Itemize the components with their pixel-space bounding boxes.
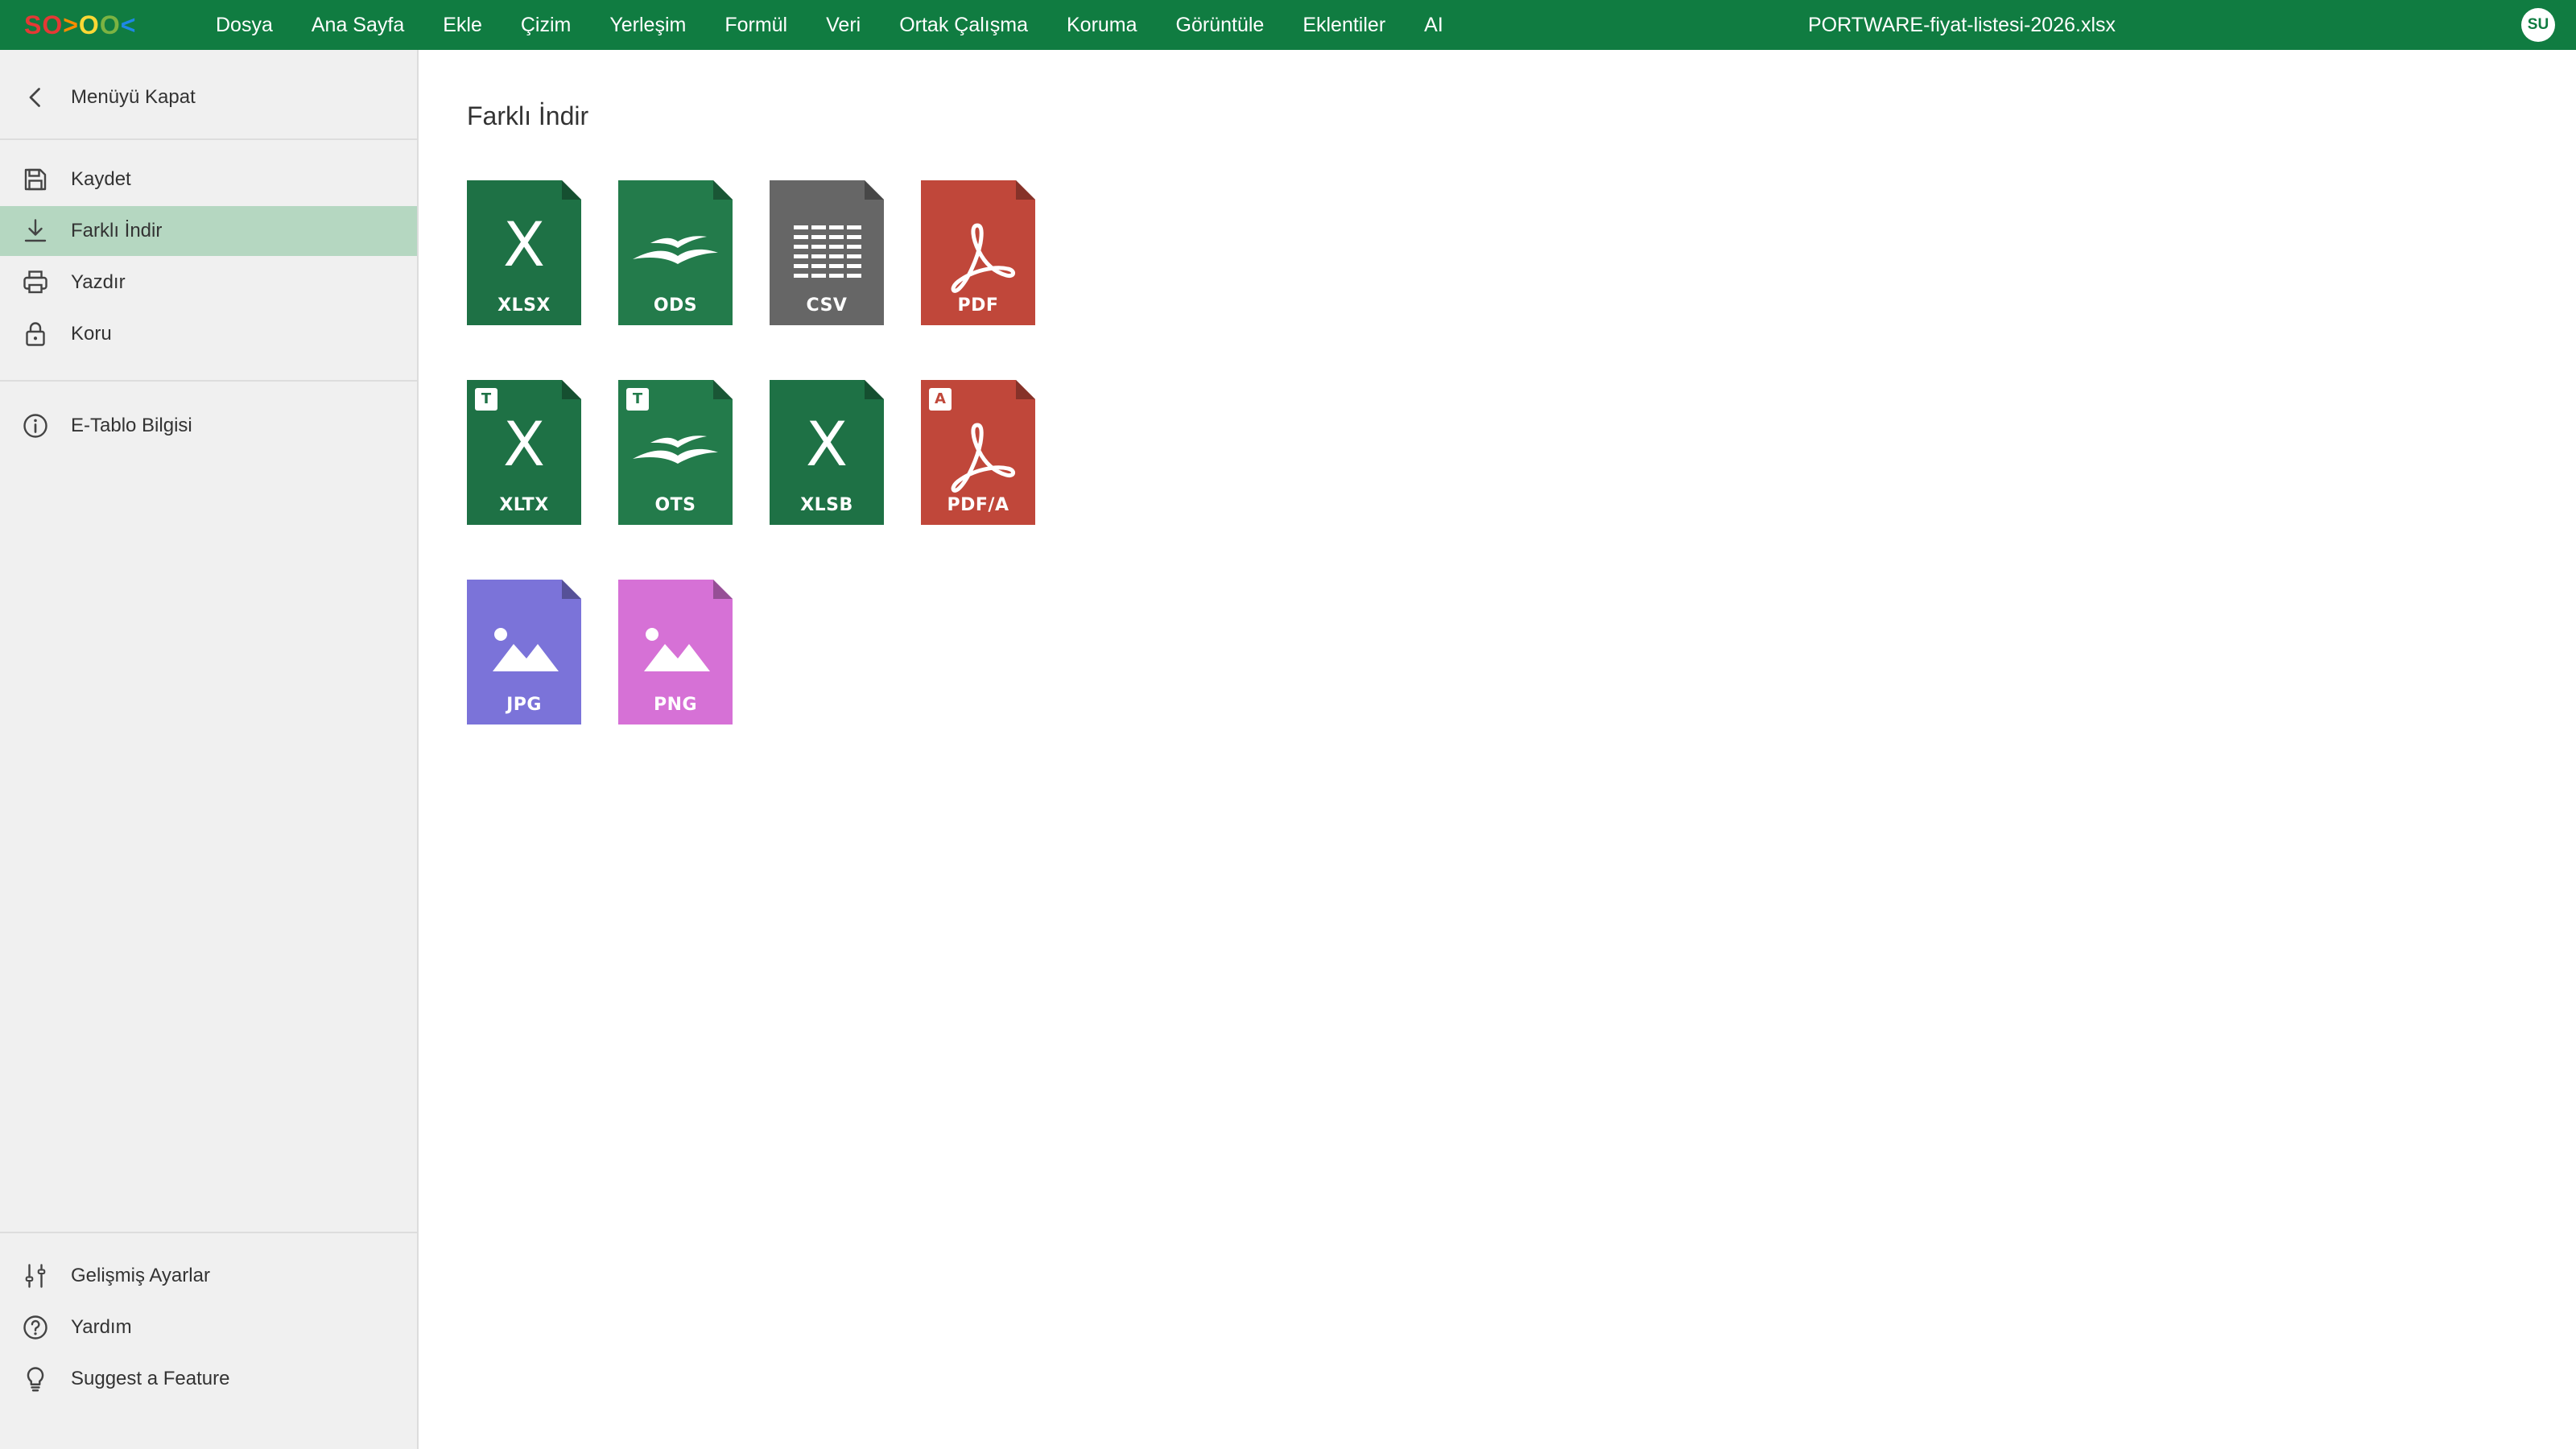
download-format-jpg-button[interactable]: JPG: [467, 580, 581, 724]
download-format-png-button[interactable]: PNG: [618, 580, 733, 724]
menu-ortak-calisma[interactable]: Ortak Çalışma: [880, 0, 1047, 50]
menu-ekle[interactable]: Ekle: [423, 0, 502, 50]
app-logo[interactable]: S O > O O <: [24, 8, 136, 42]
info-icon: [21, 411, 50, 440]
sidebar-item-label: Farklı İndir: [71, 220, 163, 242]
svg-text:X: X: [503, 208, 545, 280]
sidebar-item-label: E-Tablo Bilgisi: [71, 415, 192, 436]
format-label: XLSB: [800, 495, 853, 515]
document-title: PORTWARE-fiyat-listesi-2026.xlsx: [1808, 14, 2116, 36]
top-bar: S O > O O < Dosya Ana Sayfa Ekle Çizim Y…: [0, 0, 2576, 50]
menu-cizim[interactable]: Çizim: [502, 0, 591, 50]
help-icon: [21, 1313, 50, 1342]
menu-eklentiler[interactable]: Eklentiler: [1283, 0, 1405, 50]
sidebar-divider: [0, 380, 417, 382]
menu-koruma[interactable]: Koruma: [1047, 0, 1157, 50]
download-format-pdf-button[interactable]: PDF: [921, 180, 1035, 325]
format-label: PDF/A: [947, 495, 1009, 515]
logo-letter-o3: O: [99, 10, 121, 39]
menu-dosya[interactable]: Dosya: [196, 0, 292, 50]
sidebar-item-yazdir[interactable]: Yazdır: [0, 258, 417, 308]
sidebar-item-label: Koru: [71, 323, 112, 345]
sidebar-item-label: Yazdır: [71, 271, 126, 293]
format-label: ODS: [653, 295, 698, 316]
sidebar-item-suggest-feature[interactable]: Suggest a Feature: [0, 1354, 417, 1404]
format-label: XLSX: [497, 295, 551, 316]
print-icon: [21, 268, 50, 297]
menu-ana-sayfa[interactable]: Ana Sayfa: [292, 0, 423, 50]
format-label: PDF: [957, 295, 999, 316]
menu-ai[interactable]: AI: [1405, 0, 1463, 50]
sidebar-item-label: Yardım: [71, 1316, 132, 1338]
logo-letter-o2: O: [78, 10, 100, 39]
template-badge: T: [626, 388, 649, 411]
format-label: JPG: [506, 695, 542, 715]
svg-text:X: X: [503, 408, 545, 480]
lightbulb-icon: [21, 1364, 50, 1393]
menu-veri[interactable]: Veri: [807, 0, 880, 50]
close-menu-button[interactable]: Menüyü Kapat: [0, 72, 417, 122]
download-format-xltx-button[interactable]: X T XLTX: [467, 380, 581, 525]
user-avatar[interactable]: SU: [2521, 8, 2555, 42]
sidebar-item-label: Kaydet: [71, 168, 131, 190]
download-icon: [21, 217, 50, 246]
sidebar-item-yardim[interactable]: Yardım: [0, 1302, 417, 1352]
logo-letter-gt: >: [63, 10, 79, 39]
download-format-xlsx-button[interactable]: X XLSX: [467, 180, 581, 325]
menu-formul[interactable]: Formül: [705, 0, 807, 50]
format-label: OTS: [654, 495, 696, 515]
download-format-pdf-a-button[interactable]: A PDF/A: [921, 380, 1035, 525]
download-format-xlsb-button[interactable]: X XLSB: [770, 380, 884, 525]
sidebar-item-label: Suggest a Feature: [71, 1368, 230, 1389]
main-menu: Dosya Ana Sayfa Ekle Çizim Yerleşim Form…: [196, 0, 1463, 50]
svg-text:X: X: [806, 408, 848, 480]
sliders-icon: [21, 1261, 50, 1290]
sidebar-item-label: Gelişmiş Ayarlar: [71, 1265, 210, 1286]
download-format-ods-button[interactable]: ODS: [618, 180, 733, 325]
page-title: Farklı İndir: [467, 101, 589, 130]
menu-yerlesim[interactable]: Yerleşim: [590, 0, 705, 50]
sidebar-divider: [0, 1232, 417, 1233]
format-label: PNG: [653, 695, 698, 715]
sidebar-divider: [0, 138, 417, 140]
download-format-ots-button[interactable]: T OTS: [618, 380, 733, 525]
close-menu-label: Menüyü Kapat: [71, 86, 196, 108]
template-badge: T: [475, 388, 497, 411]
file-menu-sidebar: Menüyü Kapat Kaydet Farklı İndir Yazdır …: [0, 50, 419, 1449]
template-badge: A: [929, 388, 952, 411]
sidebar-item-farkli-indir[interactable]: Farklı İndir: [0, 206, 417, 256]
format-label: CSV: [806, 295, 848, 316]
sidebar-item-gelismis-ayarlar[interactable]: Gelişmiş Ayarlar: [0, 1251, 417, 1301]
download-format-csv-button[interactable]: CSV: [770, 180, 884, 325]
logo-letter-s: S: [24, 10, 43, 39]
logo-letter-lt: <: [120, 10, 137, 39]
chevron-left-icon: [21, 83, 50, 112]
menu-goruntule[interactable]: Görüntüle: [1157, 0, 1284, 50]
sidebar-item-koru[interactable]: Koru: [0, 309, 417, 359]
sidebar-item-e-tablo-bilgisi[interactable]: E-Tablo Bilgisi: [0, 401, 417, 451]
save-icon: [21, 165, 50, 194]
sidebar-item-kaydet[interactable]: Kaydet: [0, 155, 417, 204]
lock-icon: [21, 320, 50, 349]
format-label: XLTX: [499, 495, 549, 515]
logo-letter-o: O: [42, 10, 64, 39]
